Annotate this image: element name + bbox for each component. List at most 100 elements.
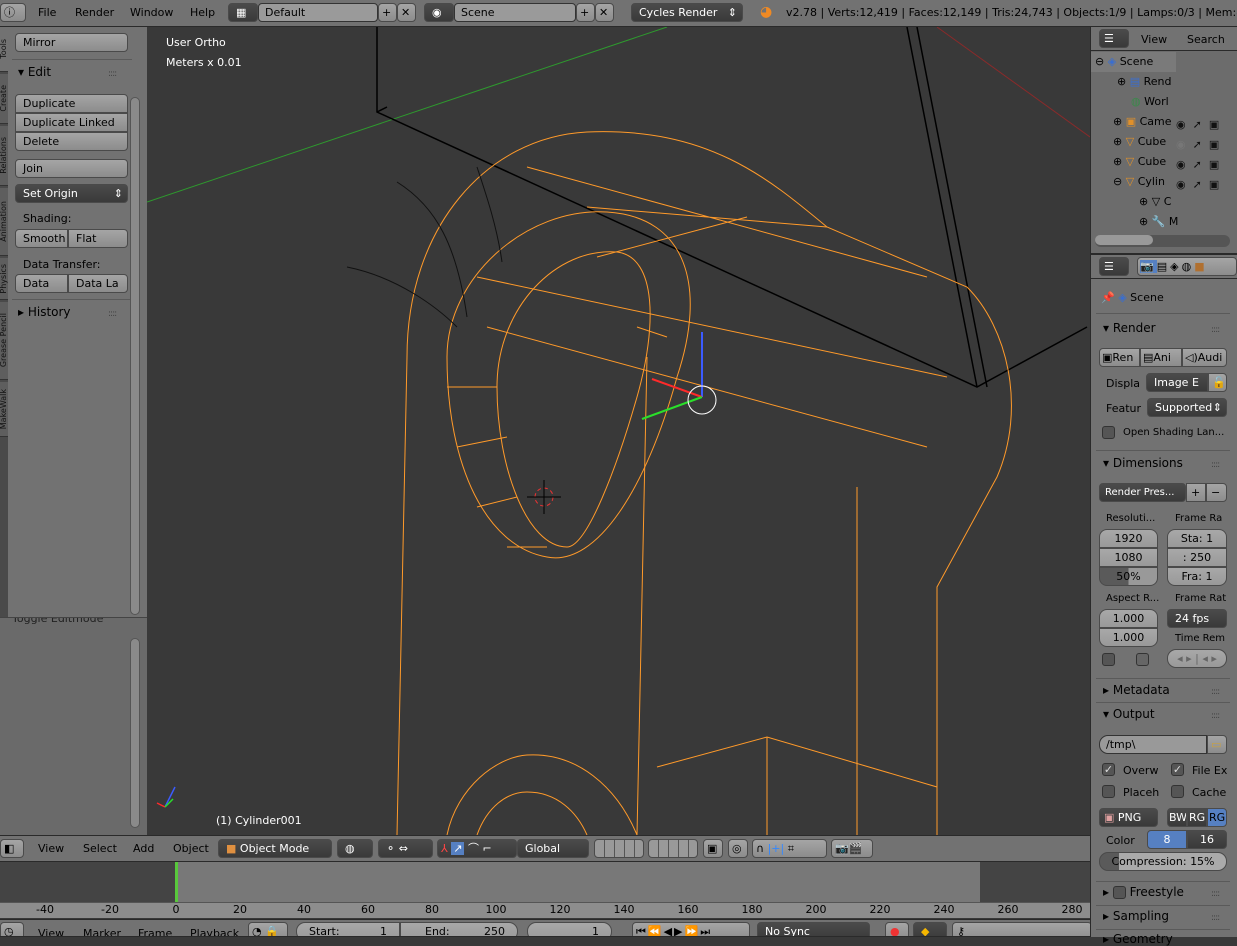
menu-view[interactable]: View bbox=[38, 842, 64, 855]
editor-type-properties-button[interactable]: ☰ bbox=[1099, 257, 1129, 276]
freestyle-panel-header[interactable]: ▸ Freestyle bbox=[1103, 885, 1184, 899]
placeholders-checkbox[interactable] bbox=[1102, 785, 1115, 798]
context-tabs[interactable]: 📷▤◈◍■ bbox=[1137, 257, 1237, 276]
tab-physics[interactable]: Physics bbox=[0, 258, 8, 300]
operator-scrollbar[interactable] bbox=[130, 638, 140, 828]
opengl-render-button[interactable]: 📷🎬 bbox=[831, 839, 873, 858]
outliner-item-cube-2[interactable]: ⊕ ▽ Cube bbox=[1113, 155, 1166, 168]
preview-range-icon[interactable]: ◔ 🔒 bbox=[248, 922, 288, 936]
scene-icon[interactable]: ◉ bbox=[424, 3, 454, 22]
output-path-field[interactable]: /tmp\ bbox=[1099, 735, 1207, 754]
menu-view[interactable]: View bbox=[38, 927, 64, 936]
color-mode-rgba[interactable]: RG bbox=[1207, 808, 1227, 827]
geometry-panel-header[interactable]: ▸ Geometry bbox=[1103, 932, 1173, 946]
render-presets-select[interactable]: Render Pres... bbox=[1099, 483, 1186, 502]
outliner-item-world[interactable]: ◍ Worl bbox=[1131, 95, 1169, 108]
render-camera-icon[interactable]: ▣ bbox=[1209, 178, 1219, 191]
end-frame-field[interactable]: End: 250 bbox=[400, 922, 518, 936]
outliner-item-cylinder[interactable]: ⊖ ▽ Cylin bbox=[1113, 175, 1165, 188]
menu-help[interactable]: Help bbox=[190, 6, 215, 19]
frame-end-field[interactable]: : 250 bbox=[1167, 548, 1227, 567]
render-camera-icon[interactable]: ▣ bbox=[1209, 118, 1219, 131]
outliner-item-modifier[interactable]: ⊕ 🔧 M bbox=[1139, 215, 1178, 228]
record-button[interactable]: ● bbox=[885, 922, 909, 936]
delete-button[interactable]: Delete bbox=[15, 132, 128, 151]
menu-object[interactable]: Object bbox=[173, 842, 209, 855]
menu-marker[interactable]: Marker bbox=[83, 927, 121, 936]
folder-browse-icon[interactable]: ▭ bbox=[1207, 735, 1227, 754]
outliner-item-render-layers[interactable]: ⊕ ▤ Rend bbox=[1117, 75, 1172, 88]
aspect-x-field[interactable]: 1.000 bbox=[1099, 609, 1158, 628]
layers-grid-1[interactable] bbox=[594, 839, 644, 858]
join-button[interactable]: Join bbox=[15, 159, 128, 178]
render-engine-select[interactable]: Cycles Render ⇕ bbox=[631, 3, 743, 22]
scene-field[interactable]: Scene bbox=[454, 3, 576, 22]
menu-playback[interactable]: Playback bbox=[190, 927, 239, 936]
keyframe-icon[interactable]: ⚷ bbox=[952, 922, 1090, 936]
menu-view[interactable]: View bbox=[1141, 33, 1167, 46]
menu-search[interactable]: Search bbox=[1187, 33, 1225, 46]
tab-animation[interactable]: Animation bbox=[0, 188, 8, 256]
outliner-h-scrollbar[interactable] bbox=[1095, 235, 1230, 247]
add-scene-button[interactable]: + bbox=[576, 3, 595, 22]
output-panel-header[interactable]: ▾ Output bbox=[1103, 707, 1155, 721]
duplicate-button[interactable]: Duplicate bbox=[15, 94, 128, 113]
lock-camera-layers-icon[interactable]: ▣ bbox=[703, 839, 723, 858]
sampling-panel-header[interactable]: ▸ Sampling bbox=[1103, 909, 1169, 923]
lock-interface-icon[interactable]: 🔓 bbox=[1208, 373, 1227, 392]
mode-select[interactable]: ■ Object Mode bbox=[218, 839, 332, 858]
current-frame-indicator[interactable] bbox=[175, 862, 178, 902]
sync-mode-select[interactable]: No Sync bbox=[757, 922, 870, 936]
proportional-edit-icon[interactable]: ◎ bbox=[728, 839, 748, 858]
add-layout-button[interactable]: + bbox=[378, 3, 397, 22]
render-camera-icon[interactable]: ▣ bbox=[1209, 158, 1219, 171]
file-extensions-checkbox[interactable]: ✓ bbox=[1171, 763, 1184, 776]
eye-icon[interactable]: ◉ bbox=[1176, 138, 1186, 151]
flat-button[interactable]: Flat bbox=[68, 229, 128, 248]
menu-select[interactable]: Select bbox=[83, 842, 117, 855]
time-remap-fields[interactable]: ◂ ▸ | ◂ ▸ bbox=[1167, 649, 1227, 668]
edit-panel-header[interactable]: ▾ Edit bbox=[18, 65, 51, 79]
editor-type-timeline-button[interactable]: ◷ bbox=[0, 922, 24, 936]
visibility-column[interactable]: ◉ ➚ ▣ ◉ ➚ ▣ ◉ ➚ ▣ ◉ ➚ ▣ bbox=[1176, 115, 1236, 195]
menu-window[interactable]: Window bbox=[130, 6, 173, 19]
screen-layout-icon[interactable]: ▦ bbox=[228, 3, 258, 22]
color-mode-rgb[interactable]: RG bbox=[1187, 808, 1207, 827]
editor-type-3dview-button[interactable]: ◧ bbox=[0, 839, 24, 858]
smooth-button[interactable]: Smooth bbox=[15, 229, 68, 248]
editor-type-button[interactable]: ⓘ bbox=[0, 3, 26, 22]
menu-frame[interactable]: Frame bbox=[138, 927, 172, 936]
menu-file[interactable]: File bbox=[38, 6, 56, 19]
crop-checkbox[interactable] bbox=[1136, 653, 1149, 666]
cursor-icon[interactable]: ➚ bbox=[1193, 158, 1202, 171]
resolution-y-field[interactable]: 1080 bbox=[1099, 548, 1158, 567]
menu-add[interactable]: Add bbox=[133, 842, 154, 855]
toolshelf-scrollbar[interactable] bbox=[130, 97, 140, 615]
compression-slider[interactable]: Compression: 15% bbox=[1099, 852, 1227, 871]
border-checkbox[interactable] bbox=[1102, 653, 1115, 666]
transform-orientation-select[interactable]: Global bbox=[517, 839, 589, 858]
snap-toggle[interactable]: ∩ |+| ⌗ bbox=[752, 839, 827, 858]
menu-render[interactable]: Render bbox=[75, 6, 114, 19]
outliner-item-mesh-data[interactable]: ⊕ ▽ C bbox=[1139, 195, 1171, 208]
render-camera-icon[interactable]: ▣ bbox=[1209, 138, 1219, 151]
outliner-item-scene[interactable]: ⊖ ◈ Scene bbox=[1095, 55, 1153, 68]
cursor-icon[interactable]: ➚ bbox=[1193, 138, 1202, 151]
color-depth-16[interactable]: 16 bbox=[1187, 830, 1227, 849]
cursor-icon[interactable]: ➚ bbox=[1193, 118, 1202, 131]
data-layers-button[interactable]: Data La bbox=[68, 274, 128, 293]
pivot-point-select[interactable]: ⚬ ⇔ bbox=[378, 839, 433, 858]
aspect-y-field[interactable]: 1.000 bbox=[1099, 628, 1158, 647]
tab-tools[interactable]: Tools bbox=[0, 27, 8, 72]
tab-grease-pencil[interactable]: Grease Pencil bbox=[0, 302, 8, 380]
start-frame-field[interactable]: Start: 1 bbox=[296, 922, 400, 936]
render-panel-header[interactable]: ▾ Render bbox=[1103, 321, 1156, 335]
cache-result-checkbox[interactable] bbox=[1171, 785, 1184, 798]
history-panel-header[interactable]: ▸ History bbox=[18, 305, 71, 319]
keying-set-button[interactable]: ◆ bbox=[913, 922, 947, 936]
metadata-panel-header[interactable]: ▸ Metadata bbox=[1103, 683, 1170, 697]
current-frame-field[interactable]: 1 bbox=[527, 922, 612, 936]
resolution-x-field[interactable]: 1920 bbox=[1099, 529, 1158, 548]
frame-rate-select[interactable]: 24 fps bbox=[1167, 609, 1227, 628]
animation-button[interactable]: ▤Ani bbox=[1140, 348, 1182, 367]
